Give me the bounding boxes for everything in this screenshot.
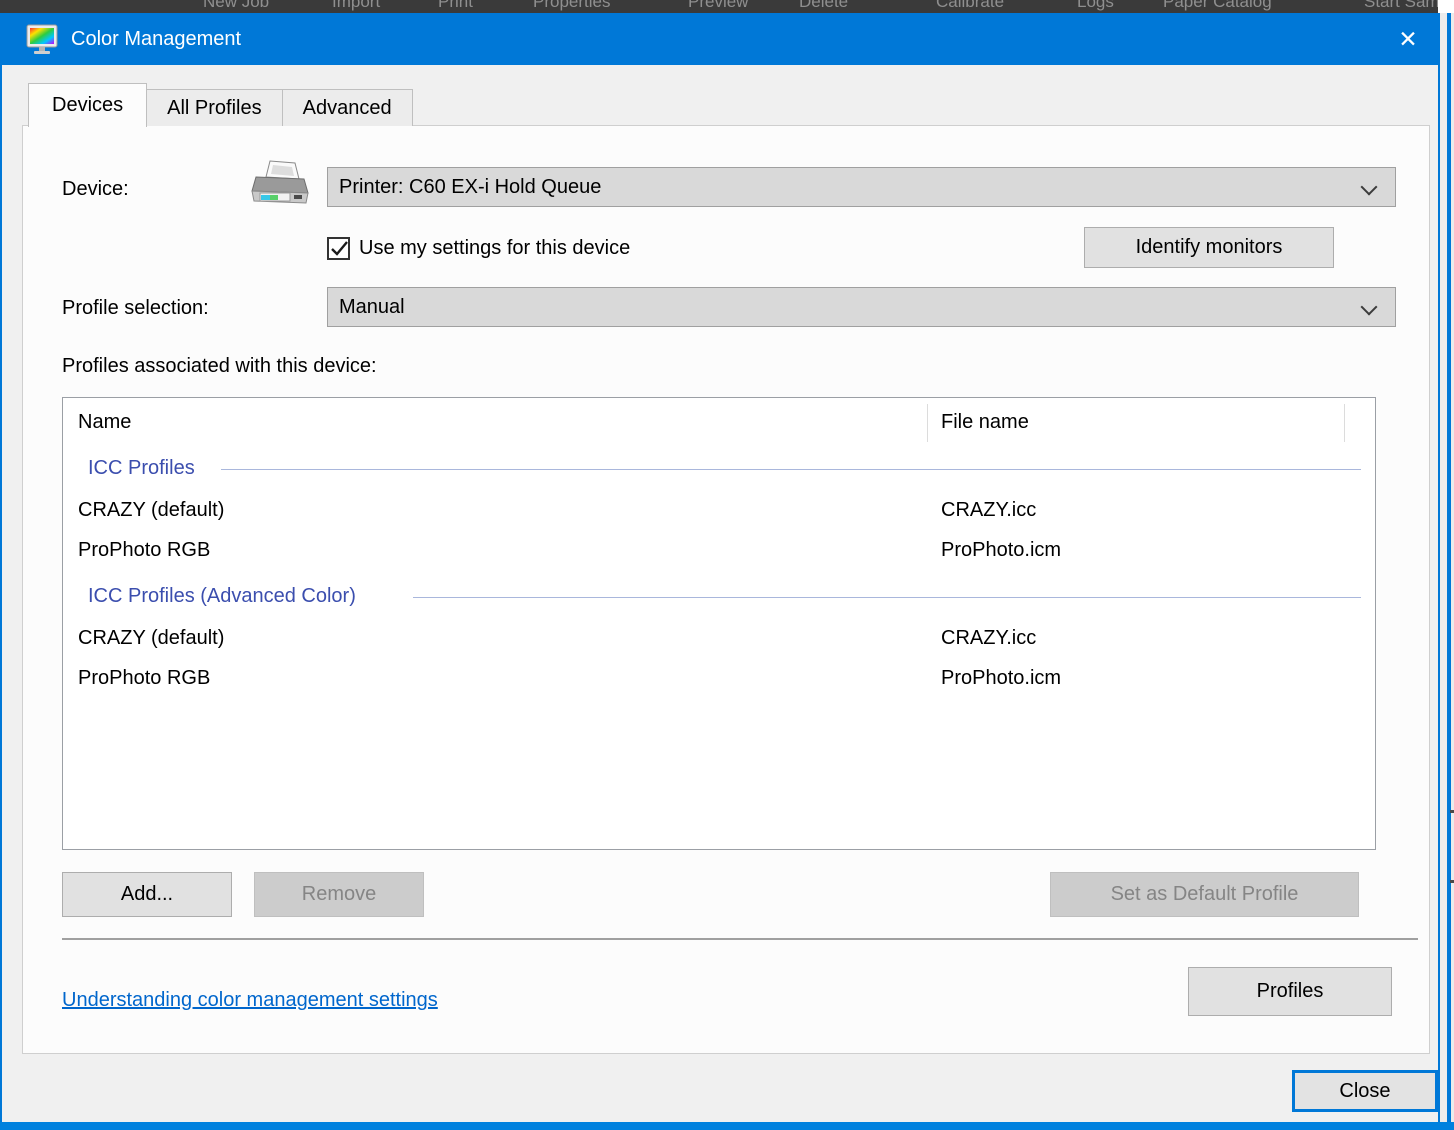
- list-item-name[interactable]: ProPhoto RGB: [78, 667, 210, 690]
- bg-toolbar-item[interactable]: Import: [332, 0, 380, 12]
- device-combobox-value: Printer: C60 EX-i Hold Queue: [339, 176, 601, 199]
- list-item-name[interactable]: CRAZY (default): [78, 499, 224, 522]
- bg-toolbar-item[interactable]: Preview: [688, 0, 748, 12]
- background-window-corner: [1438, 0, 1454, 13]
- identify-monitors-button[interactable]: Identify monitors: [1084, 227, 1334, 268]
- profiles-button[interactable]: Profiles: [1188, 967, 1392, 1016]
- bg-toolbar-item[interactable]: Logs: [1077, 0, 1114, 12]
- bg-toolbar-item[interactable]: Properties: [533, 0, 610, 12]
- tab-devices[interactable]: Devices: [28, 83, 147, 127]
- list-item-filename[interactable]: ProPhoto.icm: [941, 667, 1061, 690]
- device-combobox[interactable]: Printer: C60 EX-i Hold Queue: [327, 167, 1396, 207]
- section-separator: [62, 938, 1418, 940]
- chevron-down-icon: [1361, 299, 1378, 316]
- use-my-settings-label: Use my settings for this device: [359, 237, 630, 260]
- column-header-name[interactable]: Name: [78, 411, 131, 434]
- profiles-list-caption: Profiles associated with this device:: [62, 355, 377, 378]
- background-edge-mark: [1450, 810, 1454, 813]
- column-divider[interactable]: [927, 404, 928, 442]
- color-management-dialog: Color Management ✕ Devices All Profiles …: [0, 13, 1440, 1122]
- list-item-filename[interactable]: CRAZY.icc: [941, 627, 1036, 650]
- bg-toolbar-item[interactable]: Delete: [799, 0, 848, 12]
- bg-toolbar-item[interactable]: Print: [438, 0, 473, 12]
- close-button[interactable]: Close: [1292, 1070, 1438, 1112]
- color-management-icon: [26, 24, 58, 54]
- chevron-down-icon: [1361, 179, 1378, 196]
- background-window-bottom-border: [0, 1122, 1454, 1130]
- understanding-color-management-link[interactable]: Understanding color management settings: [62, 989, 438, 1012]
- profile-selection-combobox[interactable]: Manual: [327, 287, 1396, 327]
- background-window-right-edge: [1439, 13, 1454, 1130]
- list-item-name[interactable]: ProPhoto RGB: [78, 539, 210, 562]
- list-item-filename[interactable]: ProPhoto.icm: [941, 539, 1061, 562]
- bg-toolbar-item[interactable]: New Job: [203, 0, 269, 12]
- group-header-icc-profiles-advanced: ICC Profiles (Advanced Color): [88, 585, 356, 608]
- group-header-line: [413, 597, 1361, 598]
- background-window-border: [1447, 13, 1451, 1130]
- group-header-line: [221, 469, 1361, 470]
- titlebar: Color Management ✕: [2, 13, 1438, 65]
- profile-selection-value: Manual: [339, 296, 405, 319]
- window-title: Color Management: [71, 28, 241, 51]
- list-item-name[interactable]: CRAZY (default): [78, 627, 224, 650]
- printer-icon: [248, 159, 314, 215]
- set-as-default-profile-button[interactable]: Set as Default Profile: [1050, 872, 1359, 917]
- remove-button[interactable]: Remove: [254, 872, 424, 917]
- bg-toolbar-item[interactable]: Calibrate: [936, 0, 1004, 12]
- group-header-icc-profiles: ICC Profiles: [88, 457, 195, 480]
- profile-selection-label: Profile selection:: [62, 297, 209, 320]
- close-icon[interactable]: ✕: [1382, 13, 1434, 65]
- list-item-filename[interactable]: CRAZY.icc: [941, 499, 1036, 522]
- tab-bar: Devices All Profiles Advanced: [28, 83, 412, 126]
- profiles-listbox[interactable]: Name File name ICC Profiles CRAZY (defau…: [62, 397, 1376, 850]
- device-label: Device:: [62, 178, 129, 201]
- use-my-settings-checkbox[interactable]: [327, 237, 350, 260]
- checkmark-icon: [328, 237, 352, 261]
- add-button[interactable]: Add...: [62, 872, 232, 917]
- bg-toolbar-item[interactable]: Paper Catalog: [1163, 0, 1272, 12]
- background-edge-mark: [1450, 880, 1454, 883]
- tab-advanced[interactable]: Advanced: [282, 89, 413, 126]
- column-header-filename[interactable]: File name: [941, 411, 1029, 434]
- bg-toolbar-item[interactable]: Start Samp: [1364, 0, 1449, 12]
- column-divider[interactable]: [1344, 404, 1345, 442]
- background-app-toolbar: New Job Import Print Properties Preview …: [0, 0, 1454, 13]
- tab-all-profiles[interactable]: All Profiles: [146, 89, 282, 126]
